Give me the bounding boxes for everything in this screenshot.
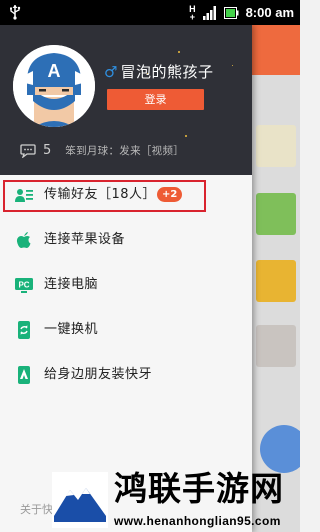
menu-label: 连接电脑 bbox=[44, 277, 99, 292]
background-app-header bbox=[252, 25, 300, 75]
phone-switch-icon bbox=[18, 321, 30, 339]
background-tile bbox=[256, 260, 296, 302]
background-app[interactable] bbox=[252, 25, 300, 532]
signal-icon bbox=[202, 5, 216, 20]
chat-bubble-icon bbox=[20, 143, 36, 158]
about-link[interactable]: 关于快 bbox=[20, 501, 53, 517]
clock: 8:00 am bbox=[245, 5, 294, 20]
watermark: 鸿联手游网 www.henanhonglian95.com bbox=[52, 466, 300, 532]
navigation-drawer: A ♂ 冒泡的熊孩子 登录 5 笨到月球：发来［视频］ 传输好友［18人］ +2… bbox=[0, 25, 252, 532]
avatar[interactable]: A bbox=[13, 45, 95, 127]
star-decoration bbox=[185, 135, 187, 137]
usb-icon bbox=[8, 4, 22, 24]
captain-avatar-icon: A bbox=[13, 45, 95, 127]
menu-item-install-for-friends[interactable]: 给身边朋友装快牙 bbox=[0, 355, 252, 395]
username: 冒泡的熊孩子 bbox=[120, 63, 214, 81]
highlight-box bbox=[3, 180, 206, 212]
message-count: 5 bbox=[43, 143, 52, 158]
message-row[interactable]: 5 笨到月球：发来［视频］ bbox=[20, 143, 184, 158]
male-icon: ♂ bbox=[104, 63, 118, 81]
menu-item-connect-pc[interactable]: PC 连接电脑 bbox=[0, 265, 252, 305]
menu-label: 连接苹果设备 bbox=[44, 232, 126, 247]
status-bar: H + 8:00 am bbox=[0, 0, 300, 25]
svg-text:PC: PC bbox=[18, 281, 29, 290]
login-button[interactable]: 登录 bbox=[107, 89, 204, 110]
star-decoration bbox=[232, 65, 233, 66]
profile-header: A ♂ 冒泡的熊孩子 登录 5 笨到月球：发来［视频］ bbox=[0, 25, 252, 175]
svg-text:A: A bbox=[48, 61, 61, 81]
menu-item-connect-apple[interactable]: 连接苹果设备 bbox=[0, 220, 252, 260]
menu-label: 一键换机 bbox=[44, 322, 99, 337]
data-arrows-icon: H + bbox=[189, 4, 196, 22]
watermark-logo-icon bbox=[52, 472, 108, 528]
background-tile bbox=[256, 193, 296, 235]
latest-message-text: 笨到月球：发来［视频］ bbox=[65, 145, 185, 157]
menu-label: 给身边朋友装快牙 bbox=[44, 367, 153, 382]
menu-item-switch-phone[interactable]: 一键换机 bbox=[0, 310, 252, 350]
watermark-title: 鸿联手游网 bbox=[114, 469, 284, 508]
pc-icon: PC bbox=[15, 278, 33, 293]
star-decoration bbox=[178, 51, 180, 53]
battery-icon bbox=[223, 6, 239, 19]
username-row: ♂ 冒泡的熊孩子 bbox=[104, 63, 213, 81]
network-sub-label: + bbox=[189, 11, 195, 22]
background-tile bbox=[256, 125, 296, 167]
apple-icon bbox=[16, 232, 31, 248]
watermark-url: www.henanhonglian95.com bbox=[114, 514, 281, 528]
background-tile bbox=[256, 325, 296, 367]
share-app-icon bbox=[18, 366, 30, 384]
